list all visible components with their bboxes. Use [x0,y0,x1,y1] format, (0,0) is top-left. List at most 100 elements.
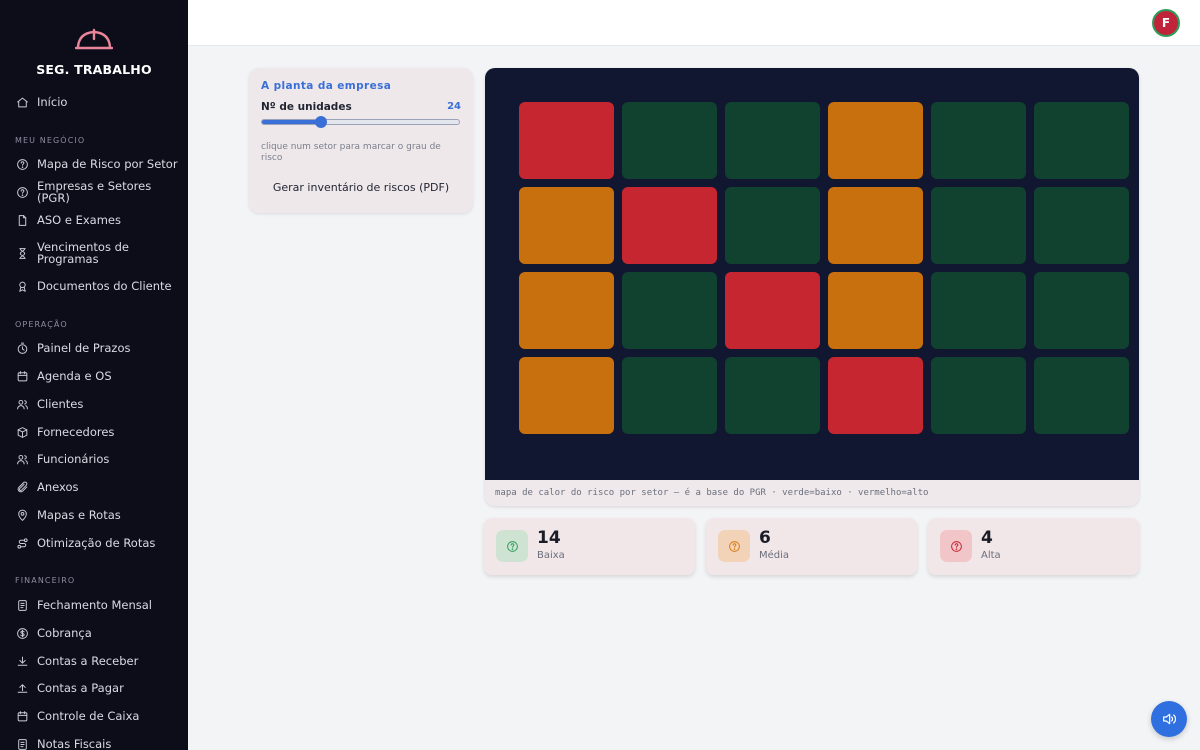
sidebar-item-clientes[interactable]: Clientes [0,396,188,412]
sidebar-item-label: Contas a Receber [37,654,139,668]
avatar[interactable]: F [1152,9,1180,37]
sector-cell-baixo[interactable] [1034,357,1129,434]
hourglass-icon [15,246,29,260]
sector-cell-baixo[interactable] [622,272,717,349]
sidebar-item-label: Funcionários [37,452,110,466]
sidebar-item-contas-a-receber[interactable]: Contas a Receber [0,653,188,669]
sidebar-item-label: Documentos do Cliente [37,279,172,293]
sidebar-item-cobranca[interactable]: Cobrança [0,625,188,641]
sidebar-item-label: Cobrança [37,626,92,640]
risk-count-value: 4 [981,528,993,548]
sidebar-item-label: Agenda e OS [37,369,112,383]
sector-cell-baixo[interactable] [931,102,1026,179]
sector-cell-baixo[interactable] [1034,102,1129,179]
risk-count-label: Alta [981,550,1001,561]
sidebar-item-inicio[interactable]: Início [0,94,188,110]
help-circle-icon [496,530,528,562]
panel-title: A planta da empresa [261,80,392,92]
risk-count-value: 14 [537,528,561,548]
brand-name: SEG. TRABALHO [36,62,152,77]
sidebar-item-mapa-de-risco-por-setor[interactable]: Mapa de Risco por Setor [0,156,188,172]
sidebar: SEG. TRABALHO Início MEU NEGÓCIO Mapa de R… [0,0,188,750]
units-label: Nº de unidades [261,101,352,113]
sidebar-item-painel-de-prazos[interactable]: Painel de Prazos [0,340,188,356]
sector-cell-baixo[interactable] [931,272,1026,349]
sidebar-item-fechamento-mensal[interactable]: Fechamento Mensal [0,597,188,613]
upload-icon [15,681,29,695]
sector-cell-baixo[interactable] [622,357,717,434]
panel-hint: clique num setor para marcar o grau de r… [261,142,441,163]
help-circle-icon [940,530,972,562]
sector-cell-baixo[interactable] [725,187,820,264]
sector-cell-medio[interactable] [519,187,614,264]
calendar-icon [15,709,29,723]
sidebar-item-fornecedores[interactable]: Fornecedores [0,424,188,440]
sector-cell-alto[interactable] [622,187,717,264]
sidebar-item-label: Mapas e Rotas [37,508,121,522]
sidebar-item-otimizacao-de-rotas[interactable]: Otimização de Rotas [0,535,188,551]
sidebar-item-empresas-e-setores-pgr[interactable]: Empresas e Setores (PGR) [0,180,188,204]
topbar: F [188,0,1200,46]
sector-cell-medio[interactable] [828,187,923,264]
dollar-icon [15,626,29,640]
sector-cell-baixo[interactable] [1034,187,1129,264]
sidebar-item-documentos-do-cliente[interactable]: Documentos do Cliente [0,278,188,294]
sidebar-item-contas-a-pagar[interactable]: Contas a Pagar [0,680,188,696]
sidebar-item-label: Anexos [37,480,79,494]
units-slider[interactable] [261,116,460,128]
sidebar-item-controle-de-caixa[interactable]: Controle de Caixa [0,708,188,724]
risk-count-card: 6 Média [706,518,917,575]
sidebar-section-title: OPERAÇÃO [15,320,68,329]
units-value: 24 [447,101,461,112]
sidebar-item-label: Empresas e Setores (PGR) [37,179,152,205]
slider-thumb[interactable] [315,116,328,128]
sector-cell-medio[interactable] [828,102,923,179]
risk-count-card: 4 Alta [928,518,1139,575]
risk-heatmap [485,68,1139,480]
sector-cell-medio[interactable] [519,357,614,434]
timer-icon [15,341,29,355]
sidebar-section-title: FINANCEIRO [15,576,76,585]
sector-cell-baixo[interactable] [622,102,717,179]
sector-cell-baixo[interactable] [725,357,820,434]
risk-count-label: Média [759,550,790,561]
sector-cell-baixo[interactable] [1034,272,1129,349]
sidebar-item-funcionarios[interactable]: Funcionários [0,451,188,467]
sidebar-item-label: Clientes [37,397,84,411]
risk-heatmap-card: mapa de calor do risco por setor — é a b… [485,68,1139,506]
speaker-icon[interactable] [1151,701,1187,737]
sector-cell-baixo[interactable] [725,102,820,179]
sector-cell-baixo[interactable] [931,187,1026,264]
file-icon [15,213,29,227]
box-icon [15,425,29,439]
sector-cell-alto[interactable] [828,357,923,434]
risk-count-card: 14 Baixa [484,518,695,575]
sector-cell-baixo[interactable] [931,357,1026,434]
download-icon [15,654,29,668]
users-icon [15,397,29,411]
paperclip-icon [15,480,29,494]
sidebar-item-label: Vencimentos de Programas [37,240,129,266]
slider-fill [262,120,322,124]
sidebar-item-aso-e-exames[interactable]: ASO e Exames [0,212,188,228]
sidebar-item-mapas-e-rotas[interactable]: Mapas e Rotas [0,507,188,523]
sidebar-item-label: Fornecedores [37,425,115,439]
sidebar-item-notas-fiscais[interactable]: Notas Fiscais [0,736,188,750]
sector-cell-medio[interactable] [828,272,923,349]
sidebar-item-anexos[interactable]: Anexos [0,479,188,495]
sector-cell-alto[interactable] [519,102,614,179]
generate-pdf-button[interactable]: Gerar inventário de riscos (PDF) [261,176,461,200]
sidebar-item-label: Fechamento Mensal [37,598,153,612]
sidebar-item-agenda-e-os[interactable]: Agenda e OS [0,368,188,384]
sidebar-item-vencimentos-de-programas[interactable]: Vencimentos de Programas [0,240,188,266]
document-icon [15,737,29,750]
help-circle-icon [15,185,29,199]
sidebar-item-label: Mapa de Risco por Setor [37,157,178,171]
help-circle-icon [15,157,29,171]
sector-cell-alto[interactable] [725,272,820,349]
document-icon [15,598,29,612]
calendar-icon [15,369,29,383]
sidebar-item-label: Painel de Prazos [37,341,131,355]
sector-cell-medio[interactable] [519,272,614,349]
risk-count-label: Baixa [537,550,565,561]
